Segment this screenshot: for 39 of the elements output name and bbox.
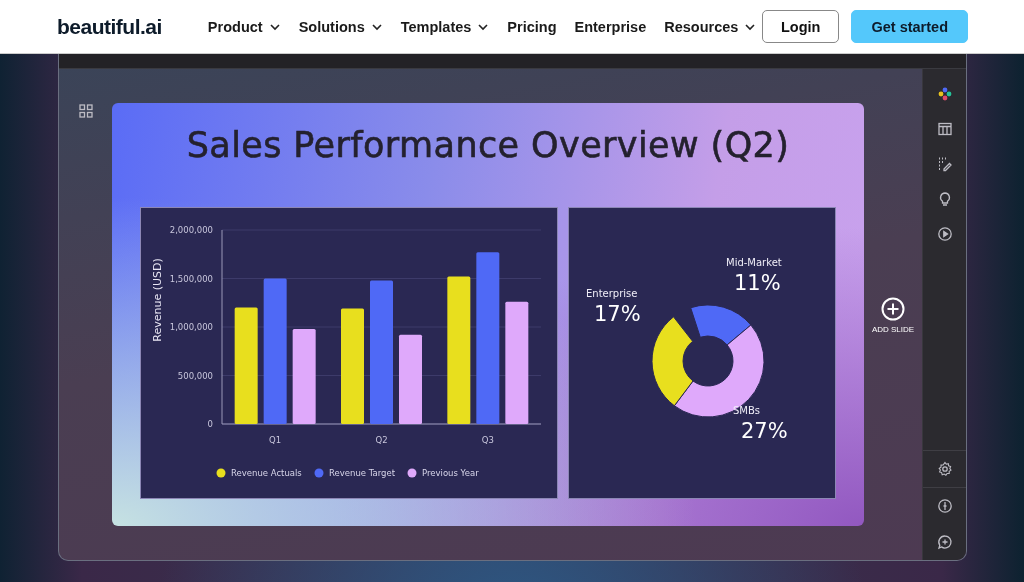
y-tick-label: 1,500,000 xyxy=(169,273,213,284)
legend-label: Revenue Actuals xyxy=(231,468,302,478)
slice-label: Mid-Market xyxy=(726,257,782,268)
y-tick-label: 500,000 xyxy=(177,370,213,381)
slice-value: 17% xyxy=(594,302,641,326)
grid-pencil-icon[interactable] xyxy=(937,156,953,172)
play-icon[interactable] xyxy=(937,226,953,242)
lightbulb-icon[interactable] xyxy=(937,191,953,207)
nav-link[interactable]: Enterprise xyxy=(574,18,647,35)
add-slide-button[interactable]: ADD SLIDE xyxy=(871,297,915,334)
layout-icon[interactable] xyxy=(937,121,953,137)
legend-label: Previous Year xyxy=(422,468,479,478)
signup-button[interactable]: Get started xyxy=(851,10,968,43)
nav-link[interactable]: Pricing xyxy=(507,18,557,35)
legend-label: Revenue Target xyxy=(329,468,396,478)
slice-label: SMBs xyxy=(733,405,761,416)
y-tick-label: 1,000,000 xyxy=(169,322,213,332)
slice-value: 11% xyxy=(734,271,781,295)
x-tick-label: Q2 xyxy=(375,435,388,445)
nav-link[interactable]: Resources xyxy=(664,18,757,35)
x-tick-label: Q3 xyxy=(481,435,494,445)
axis-title: Revenue (USD) xyxy=(151,258,164,342)
y-tick-label: 0 xyxy=(207,419,213,429)
slice-value: 27% xyxy=(741,419,788,443)
plus-icon xyxy=(881,297,905,321)
login-button[interactable]: Login xyxy=(761,10,840,43)
grid-icon[interactable] xyxy=(77,103,94,119)
nav-link[interactable]: Product xyxy=(207,18,281,35)
chat-plus-icon[interactable] xyxy=(937,534,953,550)
slice-label: Enterprise xyxy=(586,288,638,299)
dots-icon[interactable] xyxy=(937,86,953,102)
settings-icon[interactable] xyxy=(937,461,953,477)
y-tick-label: 2,000,000 xyxy=(169,225,213,235)
logo[interactable]: beautiful.ai xyxy=(57,14,162,39)
info-circle-icon[interactable] xyxy=(937,498,953,514)
nav-link[interactable]: Templates xyxy=(400,18,490,35)
slide-title: Sales Performance Overview (Q2) xyxy=(186,125,790,167)
nav-link[interactable]: Solutions xyxy=(298,18,383,35)
x-tick-label: Q1 xyxy=(269,435,282,445)
